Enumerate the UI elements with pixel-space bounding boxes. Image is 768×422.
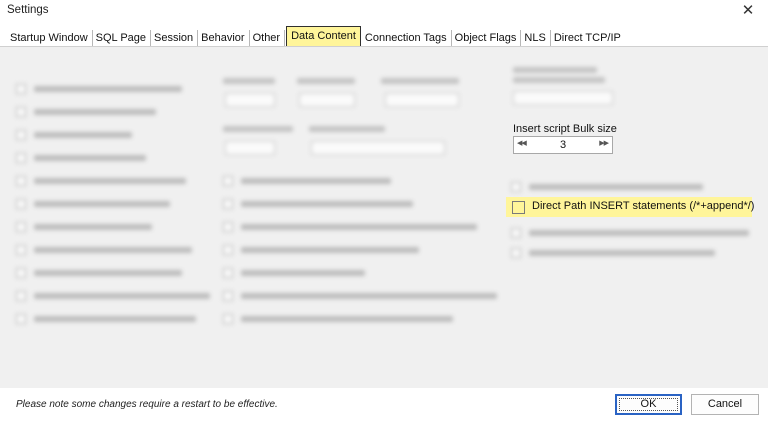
tab-connection-tags[interactable]: Connection Tags [362,30,452,47]
title-bar: Settings ✕ [0,0,768,24]
tab-startup-window[interactable]: Startup Window [7,30,93,47]
tab-data-content[interactable]: Data Content [286,26,361,47]
dialog-footer: Please note some changes require a resta… [0,388,768,422]
tab-other[interactable]: Other [250,30,286,47]
insert-script-bulk-size-value[interactable]: 3 [514,139,612,151]
data-content-panel [0,47,768,388]
direct-path-insert-label: Direct Path INSERT statements (/*+append… [532,200,755,212]
close-icon[interactable]: ✕ [738,1,758,21]
tab-sql-page[interactable]: SQL Page [93,30,152,47]
direct-path-insert-option[interactable]: Direct Path INSERT statements (/*+append… [506,197,755,217]
spinner-increment-icon[interactable]: ▶▶ [599,139,609,147]
tab-direct-tcpip[interactable]: Direct TCP/IP [551,30,625,47]
restart-note: Please note some changes require a resta… [16,399,278,410]
focus-rectangle [619,398,678,411]
insert-script-bulk-size-spinner[interactable]: ◀◀ 3 ▶▶ [513,136,613,154]
window-title: Settings [7,4,49,16]
tab-behavior[interactable]: Behavior [198,30,250,47]
blurred-options-left [0,47,220,347]
blurred-options-middle [215,47,505,347]
tab-nls[interactable]: NLS [521,30,551,47]
tab-session[interactable]: Session [151,30,199,47]
cancel-button[interactable]: Cancel [691,394,759,415]
tab-bar: Startup Window SQL Page Session Behavior… [7,26,625,47]
blurred-options-right [505,47,768,277]
direct-path-insert-checkbox[interactable] [512,201,525,214]
ok-button[interactable]: OK [615,394,682,415]
tab-object-flags[interactable]: Object Flags [452,30,522,47]
insert-script-bulk-size-label: Insert script Bulk size [513,123,617,135]
